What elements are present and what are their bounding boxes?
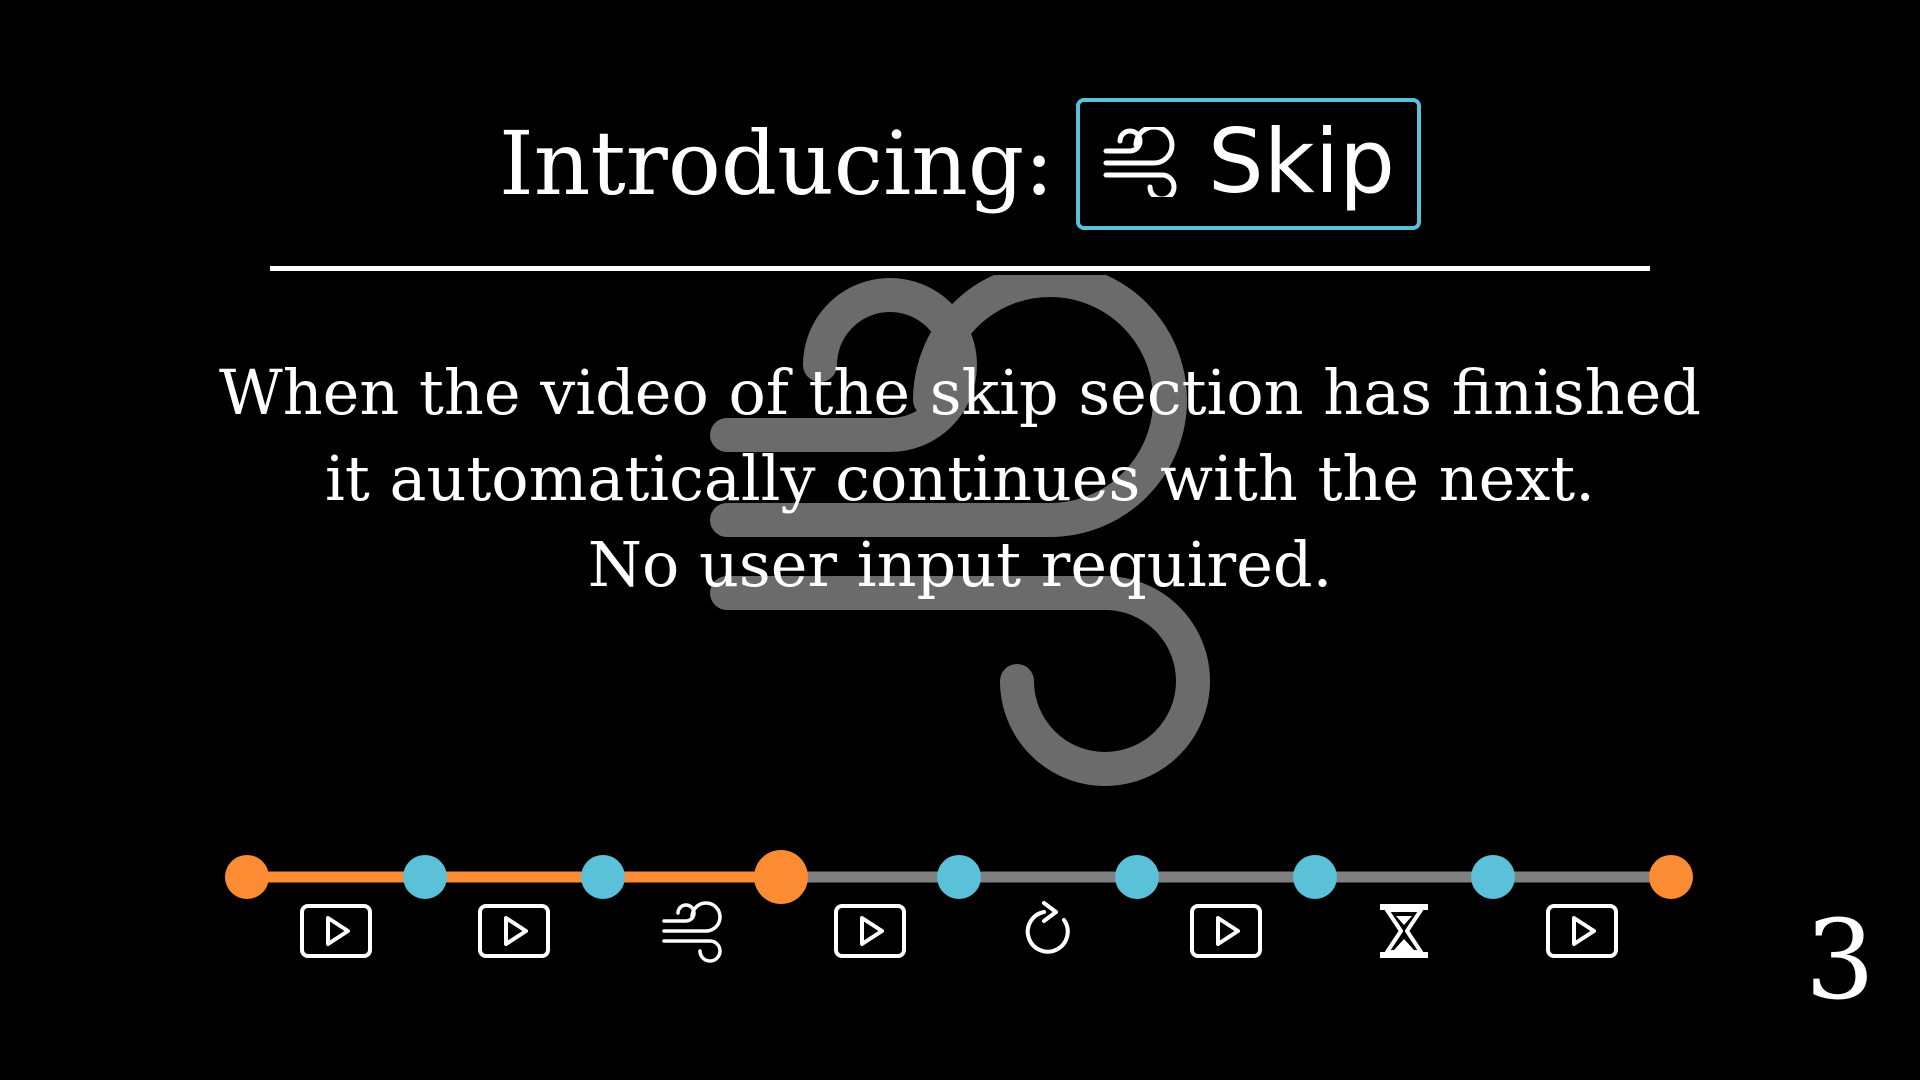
title-divider [270,266,1650,271]
slide-title: Introducing: [498,112,1054,215]
timeline-node[interactable] [937,855,981,899]
play-icon [478,904,550,958]
play-icon [834,904,906,958]
play-icon [1546,904,1618,958]
timeline-current-node[interactable] [754,850,808,904]
timeline-node[interactable] [1649,855,1693,899]
title-row: Introducing: Skip [0,88,1920,240]
play-icon [1190,904,1262,958]
timeline-node[interactable] [1115,855,1159,899]
description-line: When the video of the skip section has f… [219,356,1701,429]
sequence-timeline [225,850,1693,963]
replay-icon [1025,901,1070,954]
timeline-node[interactable] [1293,855,1337,899]
page-number: 3 [1805,896,1875,1024]
description-line: No user input required. [587,528,1333,601]
timeline-node[interactable] [1471,855,1515,899]
wind-icon [1103,127,1177,197]
hourglass-icon [1380,904,1428,958]
description-line: it automatically continues with the next… [325,442,1595,515]
description: When the video of the skip section has f… [0,350,1920,608]
skip-badge: Skip [1075,98,1422,230]
timeline-node[interactable] [403,855,447,899]
wind-icon [662,901,722,963]
timeline-node[interactable] [225,855,269,899]
skip-badge-label: Skip [1207,110,1396,213]
play-icon [300,904,372,958]
timeline-node[interactable] [581,855,625,899]
